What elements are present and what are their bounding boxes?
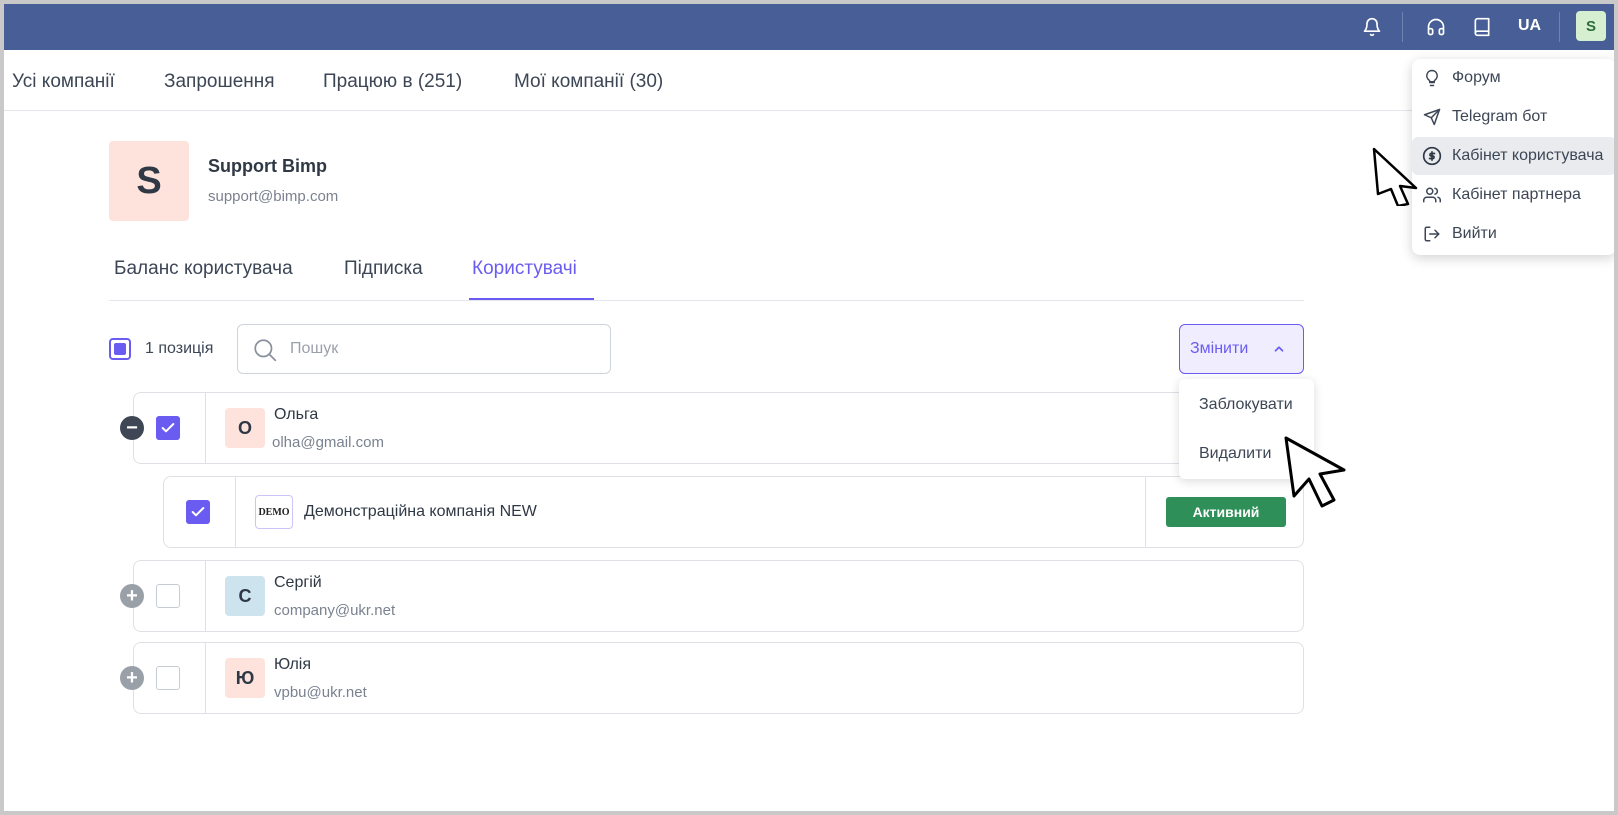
user-name: Сергій <box>274 574 322 591</box>
search-icon <box>252 337 278 368</box>
app-window: UA S Усі компанії Запрошення Працюю в (2… <box>4 4 1614 811</box>
nav-my-companies[interactable]: Мої компанії (30) <box>514 71 663 93</box>
lightbulb-icon <box>1422 68 1442 88</box>
change-button-label: Змінити <box>1190 340 1249 357</box>
menu-item-label: Кабінет партнера <box>1452 186 1581 203</box>
select-all-checkbox[interactable] <box>109 338 131 360</box>
company-logo: DEMO <box>255 495 293 529</box>
change-button[interactable]: Змінити <box>1179 324 1304 374</box>
logout-icon <box>1422 224 1442 244</box>
tab-user-balance[interactable]: Баланс користувача <box>114 258 293 280</box>
tabs-divider <box>109 300 1304 301</box>
row-divider <box>235 477 236 547</box>
expand-icon[interactable]: + <box>120 584 144 608</box>
bell-icon[interactable] <box>1360 15 1384 39</box>
menu-item-block[interactable]: Заблокувати <box>1199 396 1293 414</box>
menu-item-label: Telegram бот <box>1452 108 1548 125</box>
menu-item-label: Форум <box>1452 69 1501 86</box>
row-checkbox[interactable] <box>156 666 180 690</box>
chevron-up-icon <box>1272 342 1286 361</box>
user-email: company@ukr.net <box>274 602 396 619</box>
row-divider <box>205 393 206 463</box>
nav-invitations[interactable]: Запрошення <box>164 71 275 93</box>
user-email: vpbu@ukr.net <box>274 684 367 701</box>
menu-item-logout[interactable]: Вийти <box>1412 215 1614 253</box>
tab-users[interactable]: Користувачі <box>472 258 577 280</box>
menu-item-telegram[interactable]: Telegram бот <box>1412 98 1614 136</box>
company-checkbox[interactable] <box>186 500 210 524</box>
row-divider <box>205 561 206 631</box>
menu-item-label: Кабінет користувача <box>1452 147 1604 164</box>
collapse-icon[interactable]: − <box>120 416 144 440</box>
headset-icon[interactable] <box>1424 15 1448 39</box>
nav-working-in[interactable]: Працюю в (251) <box>323 71 462 93</box>
search-placeholder: Пошук <box>290 340 339 357</box>
telegram-icon <box>1422 107 1442 127</box>
profile-email: support@bimp.com <box>208 188 339 205</box>
indeterminate-mark <box>114 343 126 355</box>
profile-avatar: S <box>109 141 189 221</box>
users-icon <box>1422 185 1442 205</box>
avatar: С <box>225 576 265 616</box>
menu-item-user-cabinet[interactable]: Кабінет користувача <box>1412 137 1614 175</box>
row-checkbox[interactable] <box>156 416 180 440</box>
row-divider <box>1145 477 1146 547</box>
avatar: О <box>225 408 265 448</box>
user-row[interactable] <box>133 392 1304 464</box>
user-name: Ольга <box>274 406 319 423</box>
nav-all-companies[interactable]: Усі компанії <box>12 71 115 93</box>
avatar: Ю <box>225 658 265 698</box>
top-bar: UA S <box>4 4 1614 50</box>
search-input[interactable]: Пошук <box>237 324 611 374</box>
mouse-pointer-icon <box>1284 436 1346 508</box>
expand-icon[interactable]: + <box>120 666 144 690</box>
status-badge: Активний <box>1166 497 1286 527</box>
tab-subscription[interactable]: Підписка <box>344 258 423 280</box>
user-menu: Форум Telegram бот Кабінет користувача К… <box>1412 59 1614 255</box>
selected-count-label: 1 позиція <box>145 340 214 357</box>
topbar-divider <box>1559 12 1560 42</box>
active-tab-indicator <box>469 298 594 300</box>
topbar-divider <box>1402 12 1403 42</box>
user-name: Юлія <box>274 656 311 673</box>
user-email: olha@gmail.com <box>272 434 384 451</box>
menu-item-delete[interactable]: Видалити <box>1199 445 1271 463</box>
menu-item-label: Вийти <box>1452 225 1497 242</box>
company-name: Демонстраційна компанія NEW <box>304 503 537 520</box>
main-nav: Усі компанії Запрошення Працюю в (251) М… <box>4 50 1614 111</box>
mouse-pointer-icon <box>1372 147 1418 206</box>
dollar-circle-icon <box>1422 146 1442 166</box>
menu-item-partner-cabinet[interactable]: Кабінет партнера <box>1412 176 1614 214</box>
menu-item-forum[interactable]: Форум <box>1412 59 1614 97</box>
book-icon[interactable] <box>1470 15 1494 39</box>
user-row[interactable] <box>133 560 1304 632</box>
row-divider <box>205 643 206 713</box>
language-switch[interactable]: UA <box>1518 17 1541 35</box>
user-row[interactable] <box>133 642 1304 714</box>
user-avatar-button[interactable]: S <box>1576 11 1606 41</box>
row-checkbox[interactable] <box>156 584 180 608</box>
profile-name: Support Bimp <box>208 156 327 176</box>
